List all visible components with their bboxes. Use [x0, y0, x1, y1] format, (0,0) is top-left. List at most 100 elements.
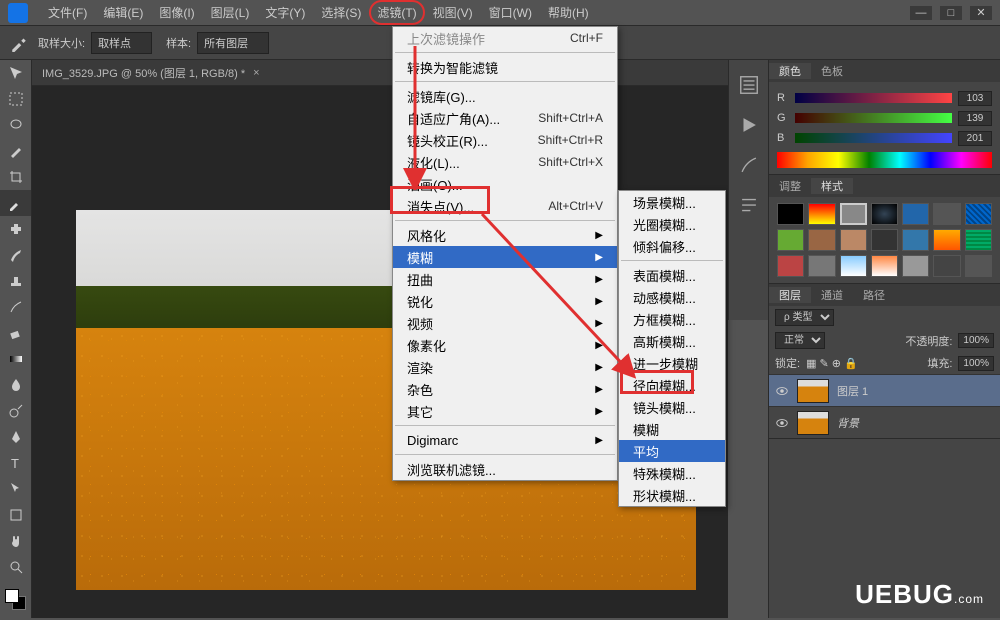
color-tab[interactable]: 颜色: [769, 63, 811, 79]
filter-menu-item[interactable]: 液化(L)...Shift+Ctrl+X: [393, 151, 617, 173]
menu-help[interactable]: 帮助(H): [540, 0, 597, 25]
filter-menu-item[interactable]: 锐化▶: [393, 290, 617, 312]
paths-tab[interactable]: 路径: [853, 287, 895, 303]
marquee-tool[interactable]: [0, 86, 31, 112]
layer-kind-select[interactable]: ρ 类型: [775, 309, 834, 326]
layer-name[interactable]: 背景: [837, 415, 859, 431]
paragraph-icon[interactable]: [738, 194, 760, 216]
zoom-tool[interactable]: [0, 554, 31, 580]
blur-menu-item[interactable]: 进一步模糊: [619, 352, 725, 374]
sample-size-select[interactable]: 取样点: [91, 32, 152, 54]
heal-tool[interactable]: [0, 216, 31, 242]
menu-type[interactable]: 文字(Y): [257, 0, 313, 25]
path-select-tool[interactable]: [0, 476, 31, 502]
filter-menu-item[interactable]: 自适应广角(A)...Shift+Ctrl+A: [393, 107, 617, 129]
brush-preset-icon[interactable]: [738, 154, 760, 176]
filter-menu-item[interactable]: 视频▶: [393, 312, 617, 334]
style-swatch[interactable]: [871, 203, 898, 225]
slider-g[interactable]: [795, 113, 952, 123]
fg-bg-swatch[interactable]: [0, 586, 31, 620]
adjust-tab[interactable]: 调整: [769, 178, 811, 194]
style-swatch[interactable]: [808, 229, 835, 251]
play-icon[interactable]: [738, 114, 760, 136]
gradient-tool[interactable]: [0, 346, 31, 372]
filter-menu-item[interactable]: 模糊▶: [393, 246, 617, 268]
lasso-tool[interactable]: [0, 112, 31, 138]
menu-view[interactable]: 视图(V): [425, 0, 481, 25]
crop-tool[interactable]: [0, 164, 31, 190]
style-swatch[interactable]: [902, 255, 929, 277]
fill-value[interactable]: 100%: [958, 356, 994, 371]
blur-menu-item[interactable]: 特殊模糊...: [619, 462, 725, 484]
minimize-button[interactable]: —: [910, 6, 932, 20]
visibility-icon[interactable]: [775, 416, 789, 430]
style-swatch[interactable]: [808, 203, 835, 225]
color-spectrum[interactable]: [777, 152, 992, 168]
style-swatch[interactable]: [840, 255, 867, 277]
history-brush-tool[interactable]: [0, 294, 31, 320]
filter-menu-item[interactable]: 滤镜库(G)...: [393, 85, 617, 107]
blur-menu-item[interactable]: 径向模糊...: [619, 374, 725, 396]
filter-menu-item[interactable]: Digimarc▶: [393, 429, 617, 451]
slider-b-value[interactable]: 201: [958, 131, 992, 146]
brush-tool[interactable]: [0, 242, 31, 268]
hand-tool[interactable]: [0, 528, 31, 554]
style-swatch[interactable]: [871, 229, 898, 251]
type-tool[interactable]: T: [0, 450, 31, 476]
style-swatch[interactable]: [933, 229, 960, 251]
shape-tool[interactable]: [0, 502, 31, 528]
style-swatch[interactable]: [902, 203, 929, 225]
style-swatch[interactable]: [902, 229, 929, 251]
filter-menu-item[interactable]: 扭曲▶: [393, 268, 617, 290]
blur-menu-item[interactable]: 高斯模糊...: [619, 330, 725, 352]
style-swatch[interactable]: [933, 203, 960, 225]
eyedropper-tool[interactable]: [0, 190, 31, 216]
doc-tab-close[interactable]: ×: [253, 67, 259, 79]
style-swatch[interactable]: [777, 255, 804, 277]
filter-menu-item[interactable]: 像素化▶: [393, 334, 617, 356]
blur-menu-item[interactable]: 光圈模糊...: [619, 213, 725, 235]
layer-name[interactable]: 图层 1: [837, 383, 868, 399]
stamp-tool[interactable]: [0, 268, 31, 294]
blur-menu-item[interactable]: 场景模糊...: [619, 191, 725, 213]
slider-g-value[interactable]: 139: [958, 111, 992, 126]
filter-menu-item[interactable]: 风格化▶: [393, 224, 617, 246]
visibility-icon[interactable]: [775, 384, 789, 398]
dodge-tool[interactable]: [0, 398, 31, 424]
blur-menu-item[interactable]: 表面模糊...: [619, 264, 725, 286]
styles-tab[interactable]: 样式: [811, 178, 853, 194]
menu-filter[interactable]: 滤镜(T): [369, 0, 424, 25]
blur-menu-item[interactable]: 倾斜偏移...: [619, 235, 725, 257]
style-swatch[interactable]: [808, 255, 835, 277]
style-swatch[interactable]: [965, 203, 992, 225]
blend-mode-select[interactable]: 正常: [775, 332, 825, 349]
blur-menu-item[interactable]: 镜头模糊...: [619, 396, 725, 418]
menu-image[interactable]: 图像(I): [151, 0, 202, 25]
filter-menu-item[interactable]: 消失点(V)...Alt+Ctrl+V: [393, 195, 617, 217]
filter-menu-item[interactable]: 镜头校正(R)...Shift+Ctrl+R: [393, 129, 617, 151]
menu-window[interactable]: 窗口(W): [481, 0, 540, 25]
filter-menu-item[interactable]: 转换为智能滤镜: [393, 56, 617, 78]
menu-file[interactable]: 文件(F): [40, 0, 95, 25]
menu-select[interactable]: 选择(S): [313, 0, 369, 25]
menu-edit[interactable]: 编辑(E): [95, 0, 151, 25]
slider-b[interactable]: [795, 133, 952, 143]
channels-tab[interactable]: 通道: [811, 287, 853, 303]
filter-menu-item[interactable]: 浏览联机滤镜...: [393, 458, 617, 480]
blur-menu-item[interactable]: 模糊: [619, 418, 725, 440]
style-swatch[interactable]: [840, 229, 867, 251]
pen-tool[interactable]: [0, 424, 31, 450]
blur-menu-item[interactable]: 动感模糊...: [619, 286, 725, 308]
style-swatch[interactable]: [965, 255, 992, 277]
style-swatch[interactable]: [871, 255, 898, 277]
blur-tool[interactable]: [0, 372, 31, 398]
style-swatch[interactable]: [777, 229, 804, 251]
sample-select[interactable]: 所有图层: [197, 32, 269, 54]
history-panel-icon[interactable]: [738, 74, 760, 96]
doc-tab[interactable]: IMG_3529.JPG @ 50% (图层 1, RGB/8) * ×: [32, 60, 728, 86]
close-button[interactable]: ✕: [970, 6, 992, 20]
layer-row[interactable]: 背景: [769, 406, 1000, 438]
filter-menu-item[interactable]: 杂色▶: [393, 378, 617, 400]
filter-menu-item[interactable]: 上次滤镜操作Ctrl+F: [393, 27, 617, 49]
style-swatch[interactable]: [933, 255, 960, 277]
